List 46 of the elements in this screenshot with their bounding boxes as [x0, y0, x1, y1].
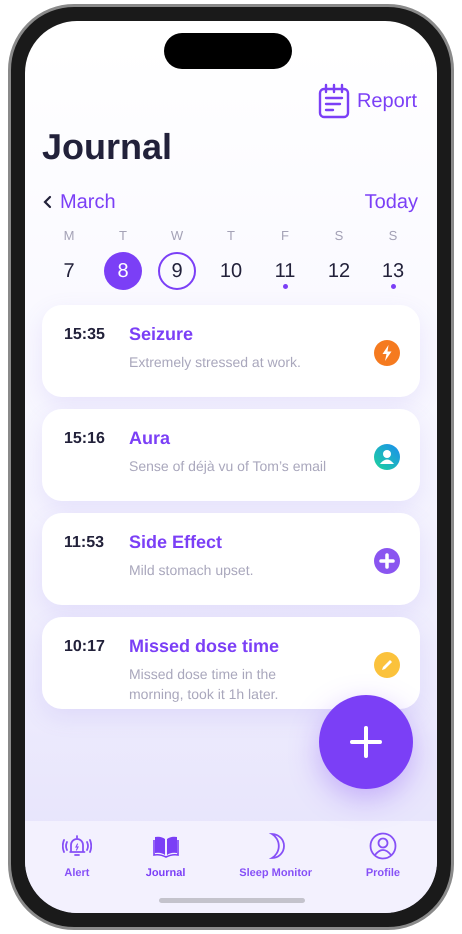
weekday-label: T: [119, 229, 127, 242]
day-button[interactable]: 11: [266, 252, 304, 290]
weekday-label: T: [227, 229, 235, 242]
plus-icon: [374, 548, 400, 574]
journal-entry-card[interactable]: 11:53 Side Effect Mild stomach upset.: [42, 513, 420, 605]
day-button[interactable]: 8: [104, 252, 142, 290]
month-back-button[interactable]: March: [42, 187, 116, 217]
tab-item[interactable]: Profile: [366, 831, 400, 882]
weekday-label: S: [388, 229, 398, 242]
entry-note: Extremely stressed at work.: [129, 352, 302, 372]
weekday-label: M: [64, 229, 74, 242]
plus-icon: [349, 725, 383, 759]
day-button[interactable]: 7: [50, 252, 88, 290]
entry-note: Mild stomach upset.: [129, 560, 254, 580]
weekday-label: W: [170, 229, 184, 242]
entry-title: Aura: [129, 427, 172, 450]
entry-time: 10:17: [64, 637, 106, 657]
tab-item[interactable]: Journal: [146, 831, 186, 882]
lightning-icon: [374, 340, 400, 366]
day-button[interactable]: 13: [374, 252, 412, 290]
entry-title: Missed dose time: [129, 635, 280, 658]
entry-note: Missed dose time in the morning, took it 1h later.: [129, 664, 280, 704]
report-button[interactable]: Report: [316, 83, 417, 119]
page-title: Journal: [42, 129, 174, 165]
profile-icon: [368, 831, 398, 861]
weekday-label: S: [334, 229, 344, 242]
day-button[interactable]: 12: [320, 252, 358, 290]
journal-entry-card[interactable]: 10:17 Missed dose time Missed dose time in the morning, took it 1h later.: [42, 617, 420, 709]
pencil-icon: [374, 652, 400, 678]
tab-item[interactable]: Alert: [62, 831, 92, 882]
today-button[interactable]: Today: [364, 187, 420, 217]
weekday-label: F: [281, 229, 289, 242]
entry-title: Side Effect: [129, 531, 224, 554]
day-button[interactable]: 9: [158, 252, 196, 290]
entry-time: 15:35: [64, 325, 106, 345]
notepad-icon: [316, 83, 351, 119]
journal-entry-card[interactable]: 15:35 Seizure Extremely stressed at work.: [42, 305, 420, 397]
chevron-left-icon: [42, 195, 52, 209]
journal-entry-card[interactable]: 15:16 Aura Sense of déjà vu of Tom’s email: [42, 409, 420, 501]
person-icon: [374, 444, 400, 470]
entry-time: 11:53: [64, 533, 106, 553]
tab-item[interactable]: Sleep Monitor: [239, 831, 312, 882]
entry-title: Seizure: [129, 323, 194, 346]
entry-note: Sense of déjà vu of Tom’s email: [129, 456, 328, 476]
entry-time: 15:16: [64, 429, 106, 449]
day-button[interactable]: 10: [212, 252, 250, 290]
